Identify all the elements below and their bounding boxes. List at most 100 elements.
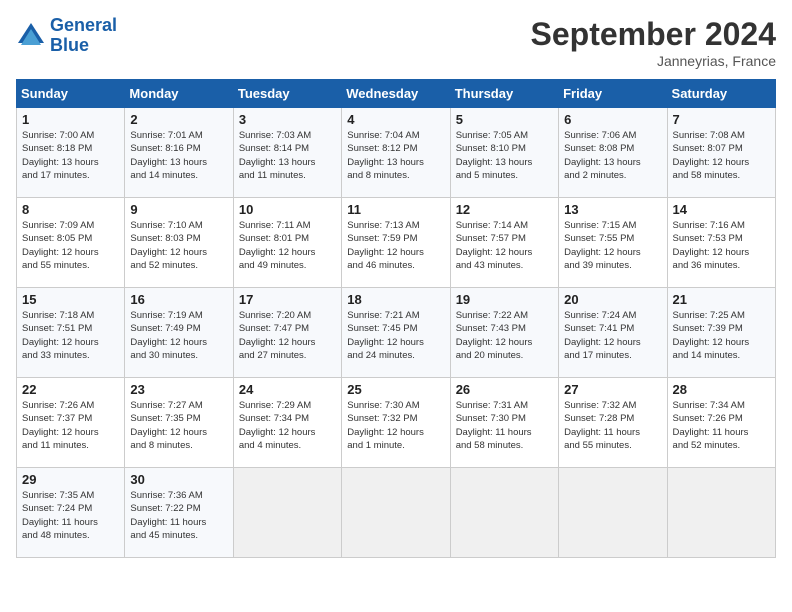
day-info: Sunrise: 7:27 AM Sunset: 7:35 PM Dayligh… xyxy=(130,399,227,452)
day-info: Sunrise: 7:35 AM Sunset: 7:24 PM Dayligh… xyxy=(22,489,119,542)
calendar-cell: 5 Sunrise: 7:05 AM Sunset: 8:10 PM Daylig… xyxy=(450,108,558,198)
calendar-cell: 14Sunrise: 7:16 AM Sunset: 7:53 PM Dayli… xyxy=(667,198,775,288)
day-number: 15 xyxy=(22,292,119,307)
day-number: 28 xyxy=(673,382,770,397)
day-number: 21 xyxy=(673,292,770,307)
day-info: Sunrise: 7:25 AM Sunset: 7:39 PM Dayligh… xyxy=(673,309,770,362)
day-info: Sunrise: 7:03 AM Sunset: 8:14 PM Dayligh… xyxy=(239,129,336,182)
calendar-cell: 11Sunrise: 7:13 AM Sunset: 7:59 PM Dayli… xyxy=(342,198,450,288)
calendar-cell: 1 Sunrise: 7:00 AM Sunset: 8:18 PM Daylig… xyxy=(17,108,125,198)
calendar-cell: 4 Sunrise: 7:04 AM Sunset: 8:12 PM Daylig… xyxy=(342,108,450,198)
calendar-table: SundayMondayTuesdayWednesdayThursdayFrid… xyxy=(16,79,776,558)
day-number: 16 xyxy=(130,292,227,307)
title-block: September 2024 Janneyrias, France xyxy=(531,16,776,69)
calendar-cell: 9 Sunrise: 7:10 AM Sunset: 8:03 PM Daylig… xyxy=(125,198,233,288)
day-info: Sunrise: 7:24 AM Sunset: 7:41 PM Dayligh… xyxy=(564,309,661,362)
day-info: Sunrise: 7:29 AM Sunset: 7:34 PM Dayligh… xyxy=(239,399,336,452)
day-info: Sunrise: 7:09 AM Sunset: 8:05 PM Dayligh… xyxy=(22,219,119,272)
day-number: 1 xyxy=(22,112,119,127)
calendar-cell: 8 Sunrise: 7:09 AM Sunset: 8:05 PM Daylig… xyxy=(17,198,125,288)
calendar-week-5: 29 Sunrise: 7:35 AM Sunset: 7:24 PM Dayli… xyxy=(17,468,776,558)
day-number: 3 xyxy=(239,112,336,127)
logo-text: General Blue xyxy=(50,16,117,56)
calendar-week-4: 22 Sunrise: 7:26 AM Sunset: 7:37 PM Dayli… xyxy=(17,378,776,468)
calendar-cell: 17 Sunrise: 7:20 AM Sunset: 7:47 PM Dayli… xyxy=(233,288,341,378)
day-number: 12 xyxy=(456,202,553,217)
day-info: Sunrise: 7:36 AM Sunset: 7:22 PM Dayligh… xyxy=(130,489,227,542)
calendar-cell: 16 Sunrise: 7:19 AM Sunset: 7:49 PM Dayli… xyxy=(125,288,233,378)
column-header-sunday: Sunday xyxy=(17,80,125,108)
day-number: 24 xyxy=(239,382,336,397)
day-info: Sunrise: 7:20 AM Sunset: 7:47 PM Dayligh… xyxy=(239,309,336,362)
day-number: 20 xyxy=(564,292,661,307)
calendar-cell: 30Sunrise: 7:36 AM Sunset: 7:22 PM Dayli… xyxy=(125,468,233,558)
calendar-cell: 13 Sunrise: 7:15 AM Sunset: 7:55 PM Dayli… xyxy=(559,198,667,288)
day-info: Sunrise: 7:32 AM Sunset: 7:28 PM Dayligh… xyxy=(564,399,661,452)
day-number: 5 xyxy=(456,112,553,127)
column-header-monday: Monday xyxy=(125,80,233,108)
calendar-cell: 23 Sunrise: 7:27 AM Sunset: 7:35 PM Dayli… xyxy=(125,378,233,468)
calendar-cell: 28 Sunrise: 7:34 AM Sunset: 7:26 PM Dayli… xyxy=(667,378,775,468)
column-header-saturday: Saturday xyxy=(667,80,775,108)
calendar-cell: 24 Sunrise: 7:29 AM Sunset: 7:34 PM Dayli… xyxy=(233,378,341,468)
day-info: Sunrise: 7:13 AM Sunset: 7:59 PM Dayligh… xyxy=(347,219,444,272)
day-info: Sunrise: 7:16 AM Sunset: 7:53 PM Dayligh… xyxy=(673,219,770,272)
day-info: Sunrise: 7:00 AM Sunset: 8:18 PM Dayligh… xyxy=(22,129,119,182)
column-header-wednesday: Wednesday xyxy=(342,80,450,108)
day-info: Sunrise: 7:14 AM Sunset: 7:57 PM Dayligh… xyxy=(456,219,553,272)
day-number: 27 xyxy=(564,382,661,397)
day-number: 7 xyxy=(673,112,770,127)
calendar-cell: 22 Sunrise: 7:26 AM Sunset: 7:37 PM Dayli… xyxy=(17,378,125,468)
day-info: Sunrise: 7:11 AM Sunset: 8:01 PM Dayligh… xyxy=(239,219,336,272)
column-header-thursday: Thursday xyxy=(450,80,558,108)
day-number: 29 xyxy=(22,472,119,487)
day-info: Sunrise: 7:05 AM Sunset: 8:10 PM Dayligh… xyxy=(456,129,553,182)
calendar-cell: 27 Sunrise: 7:32 AM Sunset: 7:28 PM Dayli… xyxy=(559,378,667,468)
day-info: Sunrise: 7:10 AM Sunset: 8:03 PM Dayligh… xyxy=(130,219,227,272)
day-info: Sunrise: 7:19 AM Sunset: 7:49 PM Dayligh… xyxy=(130,309,227,362)
day-number: 13 xyxy=(564,202,661,217)
day-number: 17 xyxy=(239,292,336,307)
day-number: 9 xyxy=(130,202,227,217)
day-info: Sunrise: 7:06 AM Sunset: 8:08 PM Dayligh… xyxy=(564,129,661,182)
day-info: Sunrise: 7:26 AM Sunset: 7:37 PM Dayligh… xyxy=(22,399,119,452)
calendar-cell: 20 Sunrise: 7:24 AM Sunset: 7:41 PM Dayli… xyxy=(559,288,667,378)
month-title: September 2024 xyxy=(531,16,776,53)
column-header-friday: Friday xyxy=(559,80,667,108)
calendar-cell: 7 Sunrise: 7:08 AM Sunset: 8:07 PM Daylig… xyxy=(667,108,775,198)
column-header-tuesday: Tuesday xyxy=(233,80,341,108)
calendar-cell: 12 Sunrise: 7:14 AM Sunset: 7:57 PM Dayli… xyxy=(450,198,558,288)
calendar-cell xyxy=(342,468,450,558)
logo-line1: General xyxy=(50,15,117,35)
calendar-cell: 21 Sunrise: 7:25 AM Sunset: 7:39 PM Dayli… xyxy=(667,288,775,378)
calendar-cell xyxy=(233,468,341,558)
day-info: Sunrise: 7:21 AM Sunset: 7:45 PM Dayligh… xyxy=(347,309,444,362)
day-info: Sunrise: 7:34 AM Sunset: 7:26 PM Dayligh… xyxy=(673,399,770,452)
location-subtitle: Janneyrias, France xyxy=(531,53,776,69)
day-info: Sunrise: 7:04 AM Sunset: 8:12 PM Dayligh… xyxy=(347,129,444,182)
calendar-week-3: 15 Sunrise: 7:18 AM Sunset: 7:51 PM Dayli… xyxy=(17,288,776,378)
day-info: Sunrise: 7:18 AM Sunset: 7:51 PM Dayligh… xyxy=(22,309,119,362)
calendar-cell: 10 Sunrise: 7:11 AM Sunset: 8:01 PM Dayli… xyxy=(233,198,341,288)
day-info: Sunrise: 7:15 AM Sunset: 7:55 PM Dayligh… xyxy=(564,219,661,272)
calendar-week-1: 1 Sunrise: 7:00 AM Sunset: 8:18 PM Daylig… xyxy=(17,108,776,198)
logo-line2: Blue xyxy=(50,35,89,55)
calendar-cell: 19Sunrise: 7:22 AM Sunset: 7:43 PM Dayli… xyxy=(450,288,558,378)
day-number: 6 xyxy=(564,112,661,127)
day-number: 10 xyxy=(239,202,336,217)
calendar-cell: 3 Sunrise: 7:03 AM Sunset: 8:14 PM Daylig… xyxy=(233,108,341,198)
day-number: 2 xyxy=(130,112,227,127)
page-header: General Blue September 2024 Janneyrias, … xyxy=(16,16,776,69)
day-number: 23 xyxy=(130,382,227,397)
calendar-cell: 6 Sunrise: 7:06 AM Sunset: 8:08 PM Daylig… xyxy=(559,108,667,198)
calendar-cell: 15 Sunrise: 7:18 AM Sunset: 7:51 PM Dayli… xyxy=(17,288,125,378)
day-number: 22 xyxy=(22,382,119,397)
calendar-cell: 26Sunrise: 7:31 AM Sunset: 7:30 PM Dayli… xyxy=(450,378,558,468)
calendar-cell xyxy=(667,468,775,558)
calendar-cell: 18 Sunrise: 7:21 AM Sunset: 7:45 PM Dayli… xyxy=(342,288,450,378)
day-number: 8 xyxy=(22,202,119,217)
day-info: Sunrise: 7:08 AM Sunset: 8:07 PM Dayligh… xyxy=(673,129,770,182)
day-number: 18 xyxy=(347,292,444,307)
day-number: 4 xyxy=(347,112,444,127)
day-number: 25 xyxy=(347,382,444,397)
